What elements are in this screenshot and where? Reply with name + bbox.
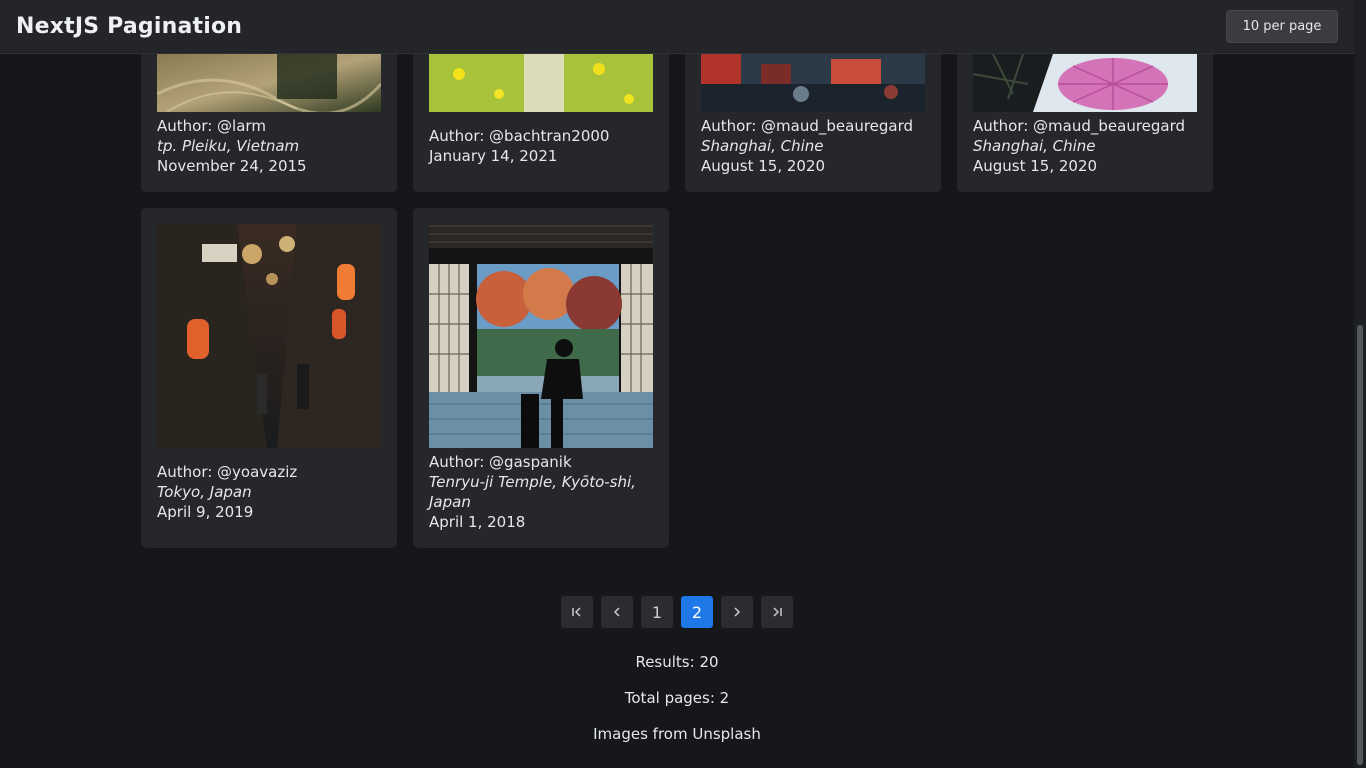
total-pages: Total pages: 2: [624, 689, 730, 707]
card-location: Tenryu-ji Temple, Kyōto-shi, Japan: [429, 473, 636, 511]
card-photo: [429, 54, 653, 112]
umbrella-photo: [973, 54, 1197, 112]
image-credit: Images from Unsplash: [593, 725, 761, 743]
card-photo: [157, 54, 381, 112]
card-date: August 15, 2020: [973, 157, 1098, 175]
card-photo: [701, 54, 925, 112]
card-photo: [973, 54, 1197, 112]
street-crowd-photo: [701, 54, 925, 112]
chevron-right-icon: [734, 607, 741, 617]
card-meta: Author: @yoavaziz Tokyo, Japan April 9, …: [157, 462, 381, 522]
card-location: tp. Pleiku, Vietnam: [157, 137, 300, 155]
card-author: Author: @larm: [157, 117, 266, 135]
card-meta: Author: @bachtran2000 January 14, 2021: [429, 126, 653, 166]
first-page-icon: [572, 607, 581, 617]
photo-card[interactable]: Author: @yoavaziz Tokyo, Japan April 9, …: [141, 208, 397, 548]
top-bar: NextJS Pagination 10 per page: [0, 0, 1354, 54]
page-button-1[interactable]: 1: [641, 596, 673, 628]
card-location: Shanghai, Chine: [701, 137, 824, 155]
card-meta: Author: @gaspanik Tenryu-ji Temple, Kyōt…: [429, 452, 653, 532]
last-page-icon: [773, 607, 782, 617]
card-location: Tokyo, Japan: [157, 483, 252, 501]
card-author: Author: @maud_beauregard: [973, 117, 1186, 135]
next-page-button[interactable]: [721, 596, 753, 628]
flower-field-photo: [429, 54, 653, 112]
card-date: November 24, 2015: [157, 157, 307, 175]
chevron-left-icon: [613, 607, 620, 617]
scrollbar-thumb[interactable]: [1357, 325, 1363, 765]
card-meta: Author: @maud_beauregard Shanghai, Chine…: [701, 116, 925, 176]
card-date: January 14, 2021: [429, 147, 558, 165]
first-page-button[interactable]: [561, 596, 593, 628]
pagination: 1 2: [561, 596, 793, 628]
card-photo: [157, 224, 381, 448]
card-author: Author: @yoavaziz: [157, 463, 298, 481]
card-date: April 9, 2019: [157, 503, 254, 521]
photo-card[interactable]: Author: @gaspanik Tenryu-ji Temple, Kyōt…: [413, 208, 669, 548]
results-count: Results: 20: [635, 653, 719, 671]
card-date: August 15, 2020: [701, 157, 826, 175]
temple-view-photo: [429, 224, 653, 448]
card-location: Shanghai, Chine: [973, 137, 1096, 155]
app-title: NextJS Pagination: [16, 14, 243, 39]
prev-page-button[interactable]: [601, 596, 633, 628]
card-author: Author: @gaspanik: [429, 453, 572, 471]
card-photo: [429, 224, 653, 448]
tokyo-alley-photo: [157, 224, 381, 448]
scrollbar[interactable]: [1354, 0, 1366, 768]
last-page-button[interactable]: [761, 596, 793, 628]
grass-photo: [157, 54, 381, 112]
card-author: Author: @bachtran2000: [429, 127, 610, 145]
card-date: April 1, 2018: [429, 513, 526, 531]
card-meta: Author: @larm tp. Pleiku, Vietnam Novemb…: [157, 116, 381, 176]
card-author: Author: @maud_beauregard: [701, 117, 914, 135]
per-page-select[interactable]: 10 per page: [1226, 10, 1338, 43]
page-button-2-current[interactable]: 2: [681, 596, 713, 628]
card-meta: Author: @maud_beauregard Shanghai, Chine…: [973, 116, 1197, 176]
